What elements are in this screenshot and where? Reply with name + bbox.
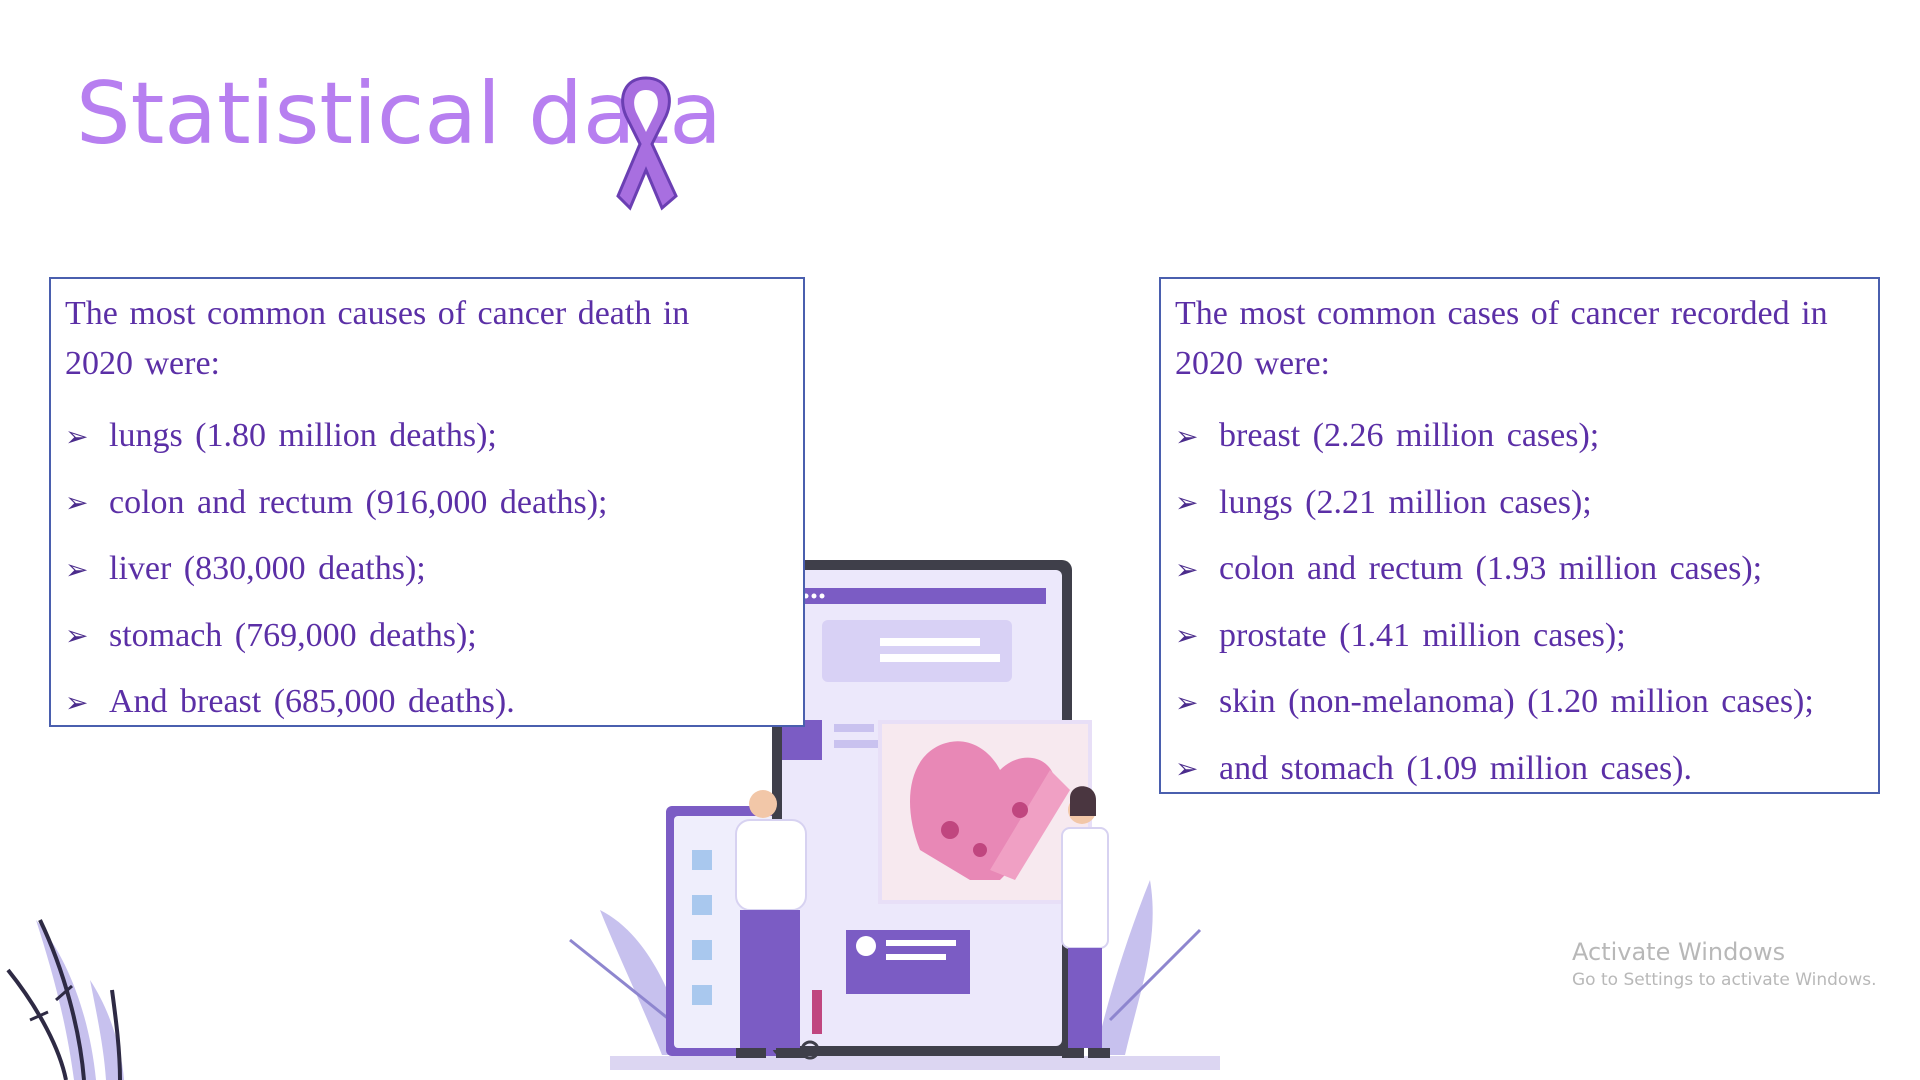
list-item: ➢ liver (830,000 deaths); (65, 536, 789, 603)
list-item-text: prostate (1.41 million cases); (1219, 616, 1626, 654)
list-item-text: lungs (2.21 million cases); (1219, 483, 1592, 521)
list-item: ➢ breast (2.26 million cases); (1175, 403, 1864, 470)
cancer-deaths-intro-line2: 2020 were: (65, 345, 221, 382)
list-item: ➢ and stomach (1.09 million cases). (1175, 736, 1864, 803)
arrowhead-bullet-icon: ➢ (1175, 685, 1199, 719)
slide: Statistical data The most common causes … (0, 0, 1920, 1080)
list-item: ➢ stomach (769,000 deaths); (65, 603, 789, 670)
arrowhead-bullet-icon: ➢ (1175, 552, 1199, 586)
arrowhead-bullet-icon: ➢ (65, 486, 89, 520)
cancer-cases-intro-line1: The most common cases of cancer recorded… (1175, 295, 1828, 332)
list-item-text: skin (non-melanoma) (1.20 million cases)… (1219, 683, 1814, 721)
cancer-cases-box: The most common cases of cancer recorded… (1159, 277, 1880, 794)
arrowhead-bullet-icon: ➢ (1175, 619, 1199, 653)
list-item: ➢ prostate (1.41 million cases); (1175, 603, 1864, 670)
arrowhead-bullet-icon: ➢ (65, 685, 89, 719)
arrowhead-bullet-icon: ➢ (65, 619, 89, 653)
arrowhead-bullet-icon: ➢ (1175, 486, 1199, 520)
list-item-text: And breast (685,000 deaths). (109, 683, 515, 721)
decorative-plant-icon (6, 919, 124, 1080)
cancer-cases-intro-line2: 2020 were: (1175, 345, 1331, 382)
cancer-deaths-intro: The most common causes of cancer death i… (65, 289, 789, 389)
cancer-cases-intro: The most common cases of cancer recorded… (1175, 289, 1864, 389)
arrowhead-bullet-icon: ➢ (1175, 419, 1199, 453)
list-item: ➢ lungs (1.80 million deaths); (65, 403, 789, 470)
awareness-ribbon-icon (616, 76, 678, 211)
cancer-deaths-list: ➢ lungs (1.80 million deaths); ➢ colon and… (65, 403, 789, 736)
list-item: ➢ And breast (685,000 deaths). (65, 669, 789, 736)
arrowhead-bullet-icon: ➢ (1175, 752, 1199, 786)
list-item-text: liver (830,000 deaths); (109, 550, 426, 588)
cancer-deaths-box: The most common causes of cancer death i… (49, 277, 805, 727)
list-item: ➢ skin (non-melanoma) (1.20 million cases… (1175, 669, 1864, 736)
arrowhead-bullet-icon: ➢ (65, 552, 89, 586)
list-item-text: breast (2.26 million cases); (1219, 417, 1600, 455)
list-item-text: stomach (769,000 deaths); (109, 616, 477, 654)
list-item: ➢ lungs (2.21 million cases); (1175, 470, 1864, 537)
list-item-text: colon and rectum (1.93 million cases); (1219, 550, 1763, 588)
watermark-title: Activate Windows (1572, 938, 1786, 966)
watermark-subtitle: Go to Settings to activate Windows. (1572, 970, 1877, 990)
activation-watermark: Activate Windows Go to Settings to activ… (1572, 937, 1877, 993)
cancer-deaths-intro-line1: The most common causes of cancer death i… (65, 295, 690, 332)
arrowhead-bullet-icon: ➢ (65, 419, 89, 453)
cancer-cases-list: ➢ breast (2.26 million cases); ➢ lungs (2.… (1175, 403, 1864, 802)
list-item-text: lungs (1.80 million deaths); (109, 417, 497, 455)
list-item: ➢ colon and rectum (1.93 million cases); (1175, 536, 1864, 603)
list-item-text: colon and rectum (916,000 deaths); (109, 483, 608, 521)
list-item: ➢ colon and rectum (916,000 deaths); (65, 470, 789, 537)
list-item-text: and stomach (1.09 million cases). (1219, 749, 1693, 787)
